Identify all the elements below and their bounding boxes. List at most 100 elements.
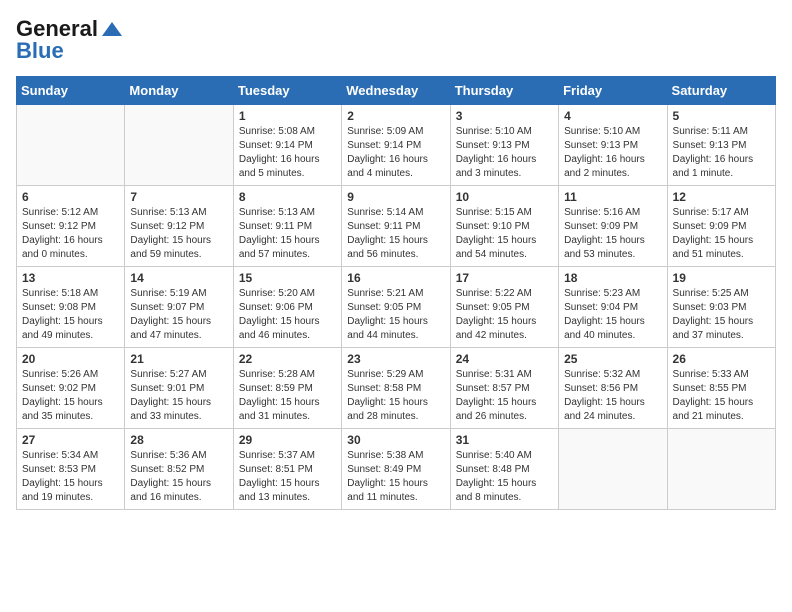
day-number: 25 [564,352,661,366]
cell-content: Sunrise: 5:08 AM Sunset: 9:14 PM Dayligh… [239,125,336,181]
logo-blue: Blue [16,38,64,64]
cell-content: Sunrise: 5:19 AM Sunset: 9:07 PM Dayligh… [130,287,227,343]
day-number: 14 [130,271,227,285]
day-number: 15 [239,271,336,285]
calendar-cell: 25 Sunrise: 5:32 AM Sunset: 8:56 PM Dayli… [559,348,667,429]
column-header-monday: Monday [125,77,233,105]
day-number: 4 [564,109,661,123]
cell-content: Sunrise: 5:13 AM Sunset: 9:12 PM Dayligh… [130,206,227,262]
cell-content: Sunrise: 5:14 AM Sunset: 9:11 PM Dayligh… [347,206,444,262]
cell-content: Sunrise: 5:15 AM Sunset: 9:10 PM Dayligh… [456,206,553,262]
calendar-cell: 10 Sunrise: 5:15 AM Sunset: 9:10 PM Dayli… [450,186,558,267]
day-number: 6 [22,190,119,204]
week-row-5: 27Sunrise: 5:34 AM Sunset: 8:53 PM Dayli… [17,429,776,510]
day-number: 2 [347,109,444,123]
day-number: 10 [456,190,553,204]
week-row-3: 13Sunrise: 5:18 AM Sunset: 9:08 PM Dayli… [17,267,776,348]
calendar-cell: 5 Sunrise: 5:11 AM Sunset: 9:13 PM Daylig… [667,105,775,186]
calendar-cell [125,105,233,186]
day-number: 21 [130,352,227,366]
calendar-cell: 24Sunrise: 5:31 AM Sunset: 8:57 PM Dayli… [450,348,558,429]
calendar-cell: 8Sunrise: 5:13 AM Sunset: 9:11 PM Daylig… [233,186,341,267]
calendar-cell: 21 Sunrise: 5:27 AM Sunset: 9:01 PM Dayli… [125,348,233,429]
calendar-cell: 11 Sunrise: 5:16 AM Sunset: 9:09 PM Dayli… [559,186,667,267]
cell-content: Sunrise: 5:18 AM Sunset: 9:08 PM Dayligh… [22,287,119,343]
cell-content: Sunrise: 5:10 AM Sunset: 9:13 PM Dayligh… [456,125,553,181]
calendar-cell: 13Sunrise: 5:18 AM Sunset: 9:08 PM Dayli… [17,267,125,348]
cell-content: Sunrise: 5:12 AM Sunset: 9:12 PM Dayligh… [22,206,119,262]
day-number: 12 [673,190,770,204]
calendar-cell: 15Sunrise: 5:20 AM Sunset: 9:06 PM Dayli… [233,267,341,348]
day-number: 17 [456,271,553,285]
day-number: 3 [456,109,553,123]
day-number: 28 [130,433,227,447]
calendar-cell: 26 Sunrise: 5:33 AM Sunset: 8:55 PM Dayli… [667,348,775,429]
cell-content: Sunrise: 5:16 AM Sunset: 9:09 PM Dayligh… [564,206,661,262]
day-number: 5 [673,109,770,123]
week-row-1: 1 Sunrise: 5:08 AM Sunset: 9:14 PM Daylig… [17,105,776,186]
header: General Blue [16,16,776,64]
column-header-wednesday: Wednesday [342,77,450,105]
calendar-cell: 31 Sunrise: 5:40 AM Sunset: 8:48 PM Dayli… [450,429,558,510]
calendar-cell: 22Sunrise: 5:28 AM Sunset: 8:59 PM Dayli… [233,348,341,429]
cell-content: Sunrise: 5:37 AM Sunset: 8:51 PM Dayligh… [239,449,336,505]
column-header-thursday: Thursday [450,77,558,105]
calendar-cell: 23 Sunrise: 5:29 AM Sunset: 8:58 PM Dayli… [342,348,450,429]
cell-content: Sunrise: 5:11 AM Sunset: 9:13 PM Dayligh… [673,125,770,181]
week-row-4: 20 Sunrise: 5:26 AM Sunset: 9:02 PM Dayli… [17,348,776,429]
cell-content: Sunrise: 5:17 AM Sunset: 9:09 PM Dayligh… [673,206,770,262]
day-number: 29 [239,433,336,447]
day-number: 11 [564,190,661,204]
calendar-cell: 17Sunrise: 5:22 AM Sunset: 9:05 PM Dayli… [450,267,558,348]
calendar-cell [667,429,775,510]
cell-content: Sunrise: 5:38 AM Sunset: 8:49 PM Dayligh… [347,449,444,505]
calendar-cell: 1 Sunrise: 5:08 AM Sunset: 9:14 PM Daylig… [233,105,341,186]
day-number: 30 [347,433,444,447]
calendar-cell: 28 Sunrise: 5:36 AM Sunset: 8:52 PM Dayli… [125,429,233,510]
day-number: 23 [347,352,444,366]
day-number: 18 [564,271,661,285]
calendar-cell [17,105,125,186]
day-number: 7 [130,190,227,204]
cell-content: Sunrise: 5:26 AM Sunset: 9:02 PM Dayligh… [22,368,119,424]
calendar-cell: 12 Sunrise: 5:17 AM Sunset: 9:09 PM Dayli… [667,186,775,267]
day-number: 9 [347,190,444,204]
calendar-cell [559,429,667,510]
column-header-saturday: Saturday [667,77,775,105]
calendar-cell: 2 Sunrise: 5:09 AM Sunset: 9:14 PM Daylig… [342,105,450,186]
day-number: 16 [347,271,444,285]
cell-content: Sunrise: 5:10 AM Sunset: 9:13 PM Dayligh… [564,125,661,181]
column-header-friday: Friday [559,77,667,105]
cell-content: Sunrise: 5:31 AM Sunset: 8:57 PM Dayligh… [456,368,553,424]
cell-content: Sunrise: 5:33 AM Sunset: 8:55 PM Dayligh… [673,368,770,424]
calendar-cell: 14 Sunrise: 5:19 AM Sunset: 9:07 PM Dayli… [125,267,233,348]
cell-content: Sunrise: 5:27 AM Sunset: 9:01 PM Dayligh… [130,368,227,424]
calendar-cell: 18Sunrise: 5:23 AM Sunset: 9:04 PM Dayli… [559,267,667,348]
logo: General Blue [16,16,122,64]
cell-content: Sunrise: 5:25 AM Sunset: 9:03 PM Dayligh… [673,287,770,343]
day-number: 19 [673,271,770,285]
calendar: SundayMondayTuesdayWednesdayThursdayFrid… [16,76,776,510]
calendar-cell: 19 Sunrise: 5:25 AM Sunset: 9:03 PM Dayli… [667,267,775,348]
day-number: 22 [239,352,336,366]
calendar-cell: 27Sunrise: 5:34 AM Sunset: 8:53 PM Dayli… [17,429,125,510]
calendar-cell: 6 Sunrise: 5:12 AM Sunset: 9:12 PM Daylig… [17,186,125,267]
calendar-cell: 29 Sunrise: 5:37 AM Sunset: 8:51 PM Dayli… [233,429,341,510]
day-number: 8 [239,190,336,204]
day-number: 26 [673,352,770,366]
cell-content: Sunrise: 5:34 AM Sunset: 8:53 PM Dayligh… [22,449,119,505]
cell-content: Sunrise: 5:40 AM Sunset: 8:48 PM Dayligh… [456,449,553,505]
cell-content: Sunrise: 5:36 AM Sunset: 8:52 PM Dayligh… [130,449,227,505]
calendar-header-row: SundayMondayTuesdayWednesdayThursdayFrid… [17,77,776,105]
cell-content: Sunrise: 5:29 AM Sunset: 8:58 PM Dayligh… [347,368,444,424]
day-number: 1 [239,109,336,123]
week-row-2: 6 Sunrise: 5:12 AM Sunset: 9:12 PM Daylig… [17,186,776,267]
cell-content: Sunrise: 5:21 AM Sunset: 9:05 PM Dayligh… [347,287,444,343]
day-number: 20 [22,352,119,366]
calendar-cell: 20 Sunrise: 5:26 AM Sunset: 9:02 PM Dayli… [17,348,125,429]
cell-content: Sunrise: 5:32 AM Sunset: 8:56 PM Dayligh… [564,368,661,424]
day-number: 31 [456,433,553,447]
cell-content: Sunrise: 5:09 AM Sunset: 9:14 PM Dayligh… [347,125,444,181]
logo-icon [100,18,122,40]
column-header-sunday: Sunday [17,77,125,105]
